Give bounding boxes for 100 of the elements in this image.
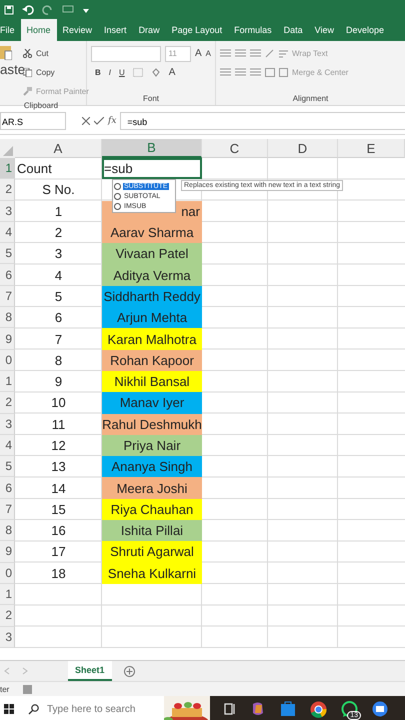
table-cell-text: 12 [50, 437, 67, 455]
ribbon-tab[interactable]: Home [20, 19, 57, 41]
row-header[interactable]: 2 [0, 605, 15, 627]
indent-icon[interactable] [265, 68, 275, 77]
group-label: Alignment [292, 94, 330, 105]
cancel-icon[interactable] [82, 117, 90, 125]
row-header[interactable]: 1 [0, 370, 15, 392]
select-all-icon[interactable] [0, 139, 15, 158]
shrink-font-button[interactable]: A [206, 49, 211, 58]
scroll-left-icon[interactable] [4, 667, 10, 675]
ribbon-tab[interactable]: Draw [132, 19, 166, 41]
row-header[interactable]: 3 [0, 414, 15, 435]
cell-editor[interactable]: =sub [102, 158, 202, 180]
table-cell-text: 9 [54, 373, 64, 392]
undo-icon[interactable] [22, 4, 34, 14]
fill-color-icon[interactable] [150, 68, 161, 78]
store-icon[interactable] [280, 701, 296, 717]
table-cell-text: 13 [50, 458, 67, 476]
table-cell-text: Count [16, 160, 53, 178]
windows-icon[interactable] [4, 704, 14, 714]
grow-font-button[interactable]: A [194, 48, 202, 59]
redo-icon[interactable] [42, 4, 54, 14]
scroll-right-icon[interactable] [22, 667, 28, 675]
underline-button[interactable]: U [119, 68, 125, 77]
formula-field[interactable]: =sub [120, 112, 405, 130]
italic-button[interactable]: I [108, 68, 112, 77]
align-right-icon[interactable] [250, 68, 261, 77]
align-middle-icon[interactable] [235, 49, 246, 58]
align-bottom-icon[interactable] [250, 49, 261, 58]
align-top-icon[interactable] [220, 49, 231, 58]
table-cell-text: 10 [50, 394, 67, 412]
ribbon-tab[interactable]: Insert [98, 19, 133, 41]
column-header[interactable]: B [102, 139, 202, 158]
row-header[interactable]: 7 [0, 498, 15, 520]
bold-button[interactable]: B [95, 68, 101, 77]
row-header[interactable]: 0 [0, 562, 15, 584]
ribbon-tab[interactable]: File [0, 19, 21, 41]
group-label: Clipboard [22, 101, 60, 112]
column-header[interactable]: C [202, 139, 268, 158]
accessibility-icon[interactable] [23, 684, 32, 694]
scissors-icon[interactable] [23, 49, 32, 58]
row-header[interactable]: 6 [0, 477, 15, 499]
row-header[interactable]: 9 [0, 328, 15, 350]
row-header[interactable]: 3 [0, 200, 15, 222]
copy-button[interactable]: Copy [36, 68, 55, 77]
brush-icon[interactable] [23, 87, 32, 96]
ribbon-tab[interactable]: Page Layout [166, 19, 228, 41]
align-left-icon[interactable] [220, 68, 231, 77]
orientation-icon[interactable] [265, 49, 275, 58]
borders-icon[interactable] [132, 68, 143, 77]
insert-function-button[interactable]: fx [108, 116, 116, 126]
search-field[interactable]: Type here to search [47, 704, 147, 714]
row-header[interactable]: 0 [0, 350, 15, 371]
row-header[interactable]: 9 [0, 541, 15, 563]
merge-icon[interactable] [279, 68, 288, 77]
column-header[interactable]: A [15, 139, 102, 158]
column-header[interactable]: E [338, 139, 405, 158]
sheet-tab[interactable]: Sheet1 [68, 661, 112, 681]
row-header[interactable]: 2 [0, 392, 15, 414]
align-center-icon[interactable] [235, 68, 246, 77]
row-header[interactable]: 1 [0, 158, 15, 180]
row-header[interactable]: 5 [0, 456, 15, 478]
table-cell-text: 16 [50, 522, 67, 540]
paste-icon[interactable] [0, 44, 12, 60]
ribbon-tab[interactable]: Data [278, 19, 309, 41]
row-header[interactable]: 2 [0, 179, 15, 201]
task-view-icon[interactable] [224, 703, 236, 715]
ribbon-tab[interactable]: Formulas [228, 19, 278, 41]
row-header[interactable]: 4 [0, 434, 15, 456]
wrap-icon[interactable] [279, 49, 288, 58]
row-header[interactable]: 1 [0, 584, 15, 606]
table-cell: Sneha Kulkarni [102, 562, 202, 584]
cut-button[interactable]: Cut [36, 49, 48, 58]
app-icon[interactable] [372, 701, 388, 717]
table-cell: Karan Malhotra [102, 328, 202, 350]
ribbon-tab[interactable]: View [308, 19, 340, 41]
font-color-button[interactable]: A [168, 67, 176, 78]
copy-icon[interactable] [23, 68, 32, 77]
enter-icon[interactable] [94, 117, 104, 125]
ribbon-tab[interactable]: Develope [340, 19, 390, 41]
save-icon[interactable] [4, 4, 14, 14]
browser-icon[interactable] [310, 700, 327, 718]
column-header[interactable]: D [268, 139, 338, 158]
table-cell-text: 15 [50, 500, 67, 519]
chat-icon[interactable] [341, 700, 358, 718]
table-cell: Rahul Deshmukh [102, 414, 202, 435]
row-header[interactable]: 8 [0, 520, 15, 542]
font-name-field[interactable] [91, 46, 162, 62]
row-header[interactable]: 6 [0, 264, 15, 286]
ribbon-tab[interactable]: Review [56, 19, 98, 41]
add-sheet-icon[interactable] [124, 666, 135, 676]
row-header[interactable]: 8 [0, 307, 15, 328]
table-cell: Manav Iyer [102, 392, 202, 414]
row-header[interactable]: 5 [0, 243, 15, 264]
table-cell-text: 3 [54, 245, 64, 264]
row-header[interactable]: 4 [0, 222, 15, 244]
paste-button[interactable]: aste [0, 62, 26, 77]
name-box[interactable]: AR.S [0, 112, 66, 130]
row-header[interactable]: 3 [0, 626, 15, 648]
row-header[interactable]: 7 [0, 286, 15, 308]
